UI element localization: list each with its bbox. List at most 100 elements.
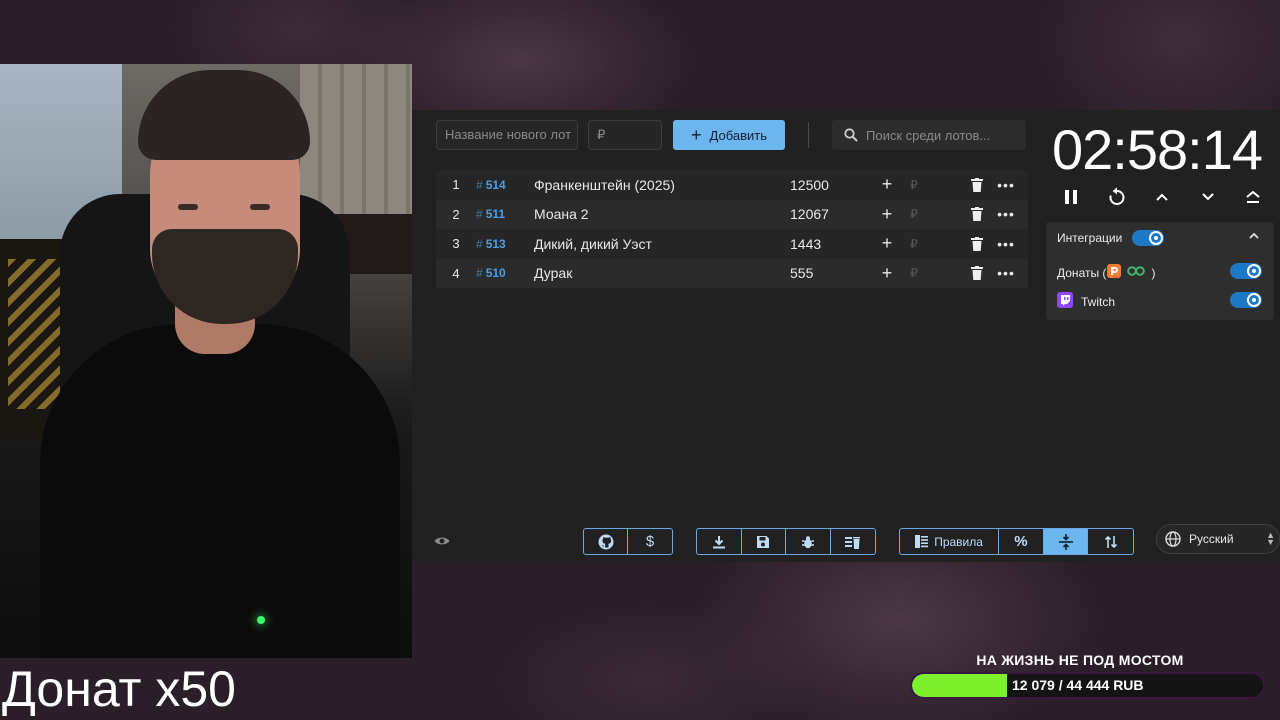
integrations-title: Интеграции — [1057, 231, 1123, 245]
lot-id[interactable]: #510 — [476, 266, 534, 280]
lot-index: 2 — [452, 206, 460, 222]
rules-label: Правила — [934, 534, 983, 549]
clear-lots-icon[interactable] — [831, 529, 875, 554]
reset-icon[interactable] — [1104, 184, 1130, 210]
donationalerts-icon — [1107, 264, 1122, 281]
search-placeholder: Поиск среди лотов... — [866, 127, 991, 143]
hash-icon: # — [476, 177, 483, 192]
donations-toggle[interactable] — [1230, 263, 1262, 279]
add-lot-button[interactable]: + Добавить — [673, 120, 785, 150]
twitch-toggle[interactable] — [1230, 292, 1262, 308]
lots-table: 1 #514 Франкенштейн (2025) 12500 + ₽ •••… — [436, 170, 1028, 288]
percent-button[interactable]: % — [999, 529, 1044, 554]
dollar-icon[interactable]: $ — [628, 529, 672, 554]
goal-title: НА ЖИЗНЬ НЕ ПОД МОСТОМ — [976, 652, 1184, 668]
lot-amount[interactable]: 12067 — [790, 206, 876, 222]
language-label: Русский — [1189, 532, 1234, 546]
bug-icon[interactable] — [786, 529, 831, 554]
lot-index: 1 — [452, 177, 460, 193]
timer-display: 02:58:14 — [1052, 118, 1263, 181]
add-amount-icon[interactable]: + — [880, 204, 894, 225]
lot-currency: ₽ — [910, 236, 918, 251]
more-options-icon[interactable]: ••• — [994, 177, 1018, 193]
chevron-down-icon[interactable] — [1195, 184, 1221, 210]
goal-progress-fill — [912, 674, 1008, 697]
more-options-icon[interactable]: ••• — [994, 265, 1018, 281]
lot-amount[interactable]: 555 — [790, 265, 876, 281]
goal-progress-text: 12 079 / 44 444 RUB — [1012, 677, 1144, 693]
toolbar-divider — [808, 122, 809, 148]
lot-row: 4 #510 Дурак 555 + ₽ ••• — [436, 258, 1028, 288]
sort-icon[interactable] — [1088, 529, 1133, 554]
integrations-header: Интеграции — [1057, 231, 1122, 245]
lot-name[interactable]: Франкенштейн (2025) — [534, 177, 790, 193]
plus-icon: + — [691, 125, 702, 145]
delete-lot-icon[interactable] — [960, 177, 994, 192]
github-icon[interactable] — [584, 529, 629, 554]
lot-amount[interactable]: 12500 — [790, 177, 876, 193]
integrations-toggle[interactable] — [1132, 230, 1164, 246]
add-amount-icon[interactable]: + — [880, 233, 894, 254]
donations-label: Донаты ( — [1057, 265, 1107, 280]
lot-id[interactable]: #511 — [476, 207, 534, 221]
lot-name[interactable]: Моана 2 — [534, 206, 790, 222]
book-icon — [915, 535, 929, 548]
twitch-integration: Twitch — [1057, 292, 1115, 311]
lot-currency: ₽ — [910, 266, 918, 281]
donations-integration: Донаты ( ) — [1057, 264, 1155, 281]
lot-currency: ₽ — [910, 207, 918, 222]
delete-lot-icon[interactable] — [960, 236, 994, 251]
lot-row: 2 #511 Моана 2 12067 + ₽ ••• — [436, 199, 1028, 229]
links-button-group: $ — [583, 528, 673, 555]
lot-id-value: 514 — [485, 177, 506, 192]
lot-amount[interactable]: 1443 — [790, 236, 876, 252]
download-icon[interactable] — [697, 529, 742, 554]
add-amount-icon[interactable]: + — [880, 263, 894, 284]
pause-icon[interactable] — [1058, 184, 1084, 210]
twitch-icon — [1057, 292, 1073, 311]
lot-row: 3 #513 Дикий, дикий Уэст 1443 + ₽ ••• — [436, 229, 1028, 259]
lot-id[interactable]: #514 — [476, 178, 534, 192]
delete-lot-icon[interactable] — [960, 207, 994, 222]
add-amount-icon[interactable]: + — [880, 174, 894, 195]
lot-search-input[interactable]: Поиск среди лотов... — [832, 120, 1026, 150]
delete-lot-icon[interactable] — [960, 266, 994, 281]
hash-icon: # — [476, 266, 483, 281]
eye-icon[interactable] — [434, 534, 450, 552]
webcam-feed — [0, 64, 412, 658]
new-lot-name-input[interactable]: Название нового лот — [436, 120, 578, 150]
hash-icon: # — [476, 207, 483, 222]
lot-id[interactable]: #513 — [476, 237, 534, 251]
search-icon — [844, 128, 858, 142]
donations-label-close: ) — [1151, 265, 1156, 280]
rules-button[interactable]: Правила — [900, 529, 1000, 554]
view-button-group: Правила % — [899, 528, 1134, 555]
lot-index: 4 — [452, 265, 460, 281]
collapse-chevron-icon[interactable] — [1248, 230, 1260, 244]
chevron-double-up-icon[interactable] — [1240, 184, 1266, 210]
more-options-icon[interactable]: ••• — [994, 206, 1018, 222]
more-options-icon[interactable]: ••• — [994, 236, 1018, 252]
lot-currency: ₽ — [910, 177, 918, 192]
lot-name[interactable]: Дурак — [534, 265, 790, 281]
file-button-group — [696, 528, 876, 555]
integrations-panel: Интеграции Донаты ( ) Twitch — [1046, 222, 1274, 320]
compress-icon[interactable] — [1043, 529, 1089, 554]
lot-id-value: 510 — [485, 266, 506, 281]
new-lot-amount-input[interactable]: ₽ — [588, 120, 662, 150]
auction-panel: Название нового лот ₽ + Добавить Поиск с… — [412, 110, 1280, 562]
hash-icon: # — [476, 236, 483, 251]
lot-id-value: 511 — [485, 207, 506, 222]
save-icon[interactable] — [742, 529, 786, 554]
add-lot-label: Добавить — [709, 127, 767, 143]
language-select[interactable]: Русский ▲ ▼ — [1156, 524, 1280, 554]
globe-icon — [1165, 531, 1181, 547]
lot-row: 1 #514 Франкенштейн (2025) 12500 + ₽ ••• — [436, 170, 1028, 200]
select-arrows-icon: ▲ ▼ — [1266, 530, 1275, 547]
chevron-up-icon[interactable] — [1149, 184, 1175, 210]
lot-index: 3 — [452, 236, 460, 252]
lot-name[interactable]: Дикий, дикий Уэст — [534, 236, 790, 252]
lot-id-value: 513 — [485, 236, 506, 251]
donatepay-icon — [1127, 265, 1146, 280]
donate-multiplier-caption: Донат х50 — [2, 661, 236, 717]
